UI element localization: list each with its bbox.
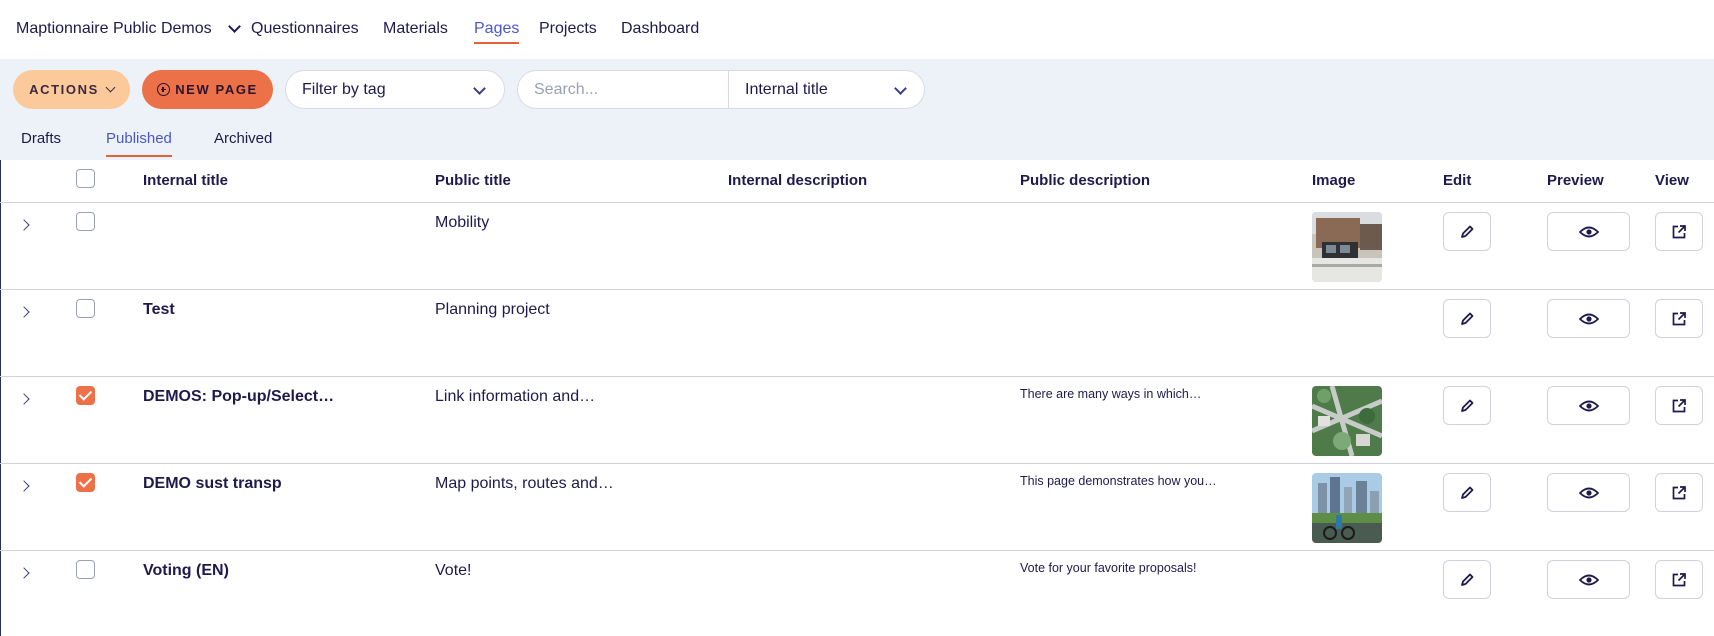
chevron-down-icon bbox=[227, 20, 241, 33]
column-header-internal-description[interactable]: Internal description bbox=[728, 172, 867, 189]
edit-button[interactable] bbox=[1443, 212, 1491, 251]
internal-title: Test bbox=[143, 301, 175, 318]
view-button[interactable] bbox=[1655, 560, 1703, 599]
table-row[interactable]: DEMOS: Pop-up/Select… Link information a… bbox=[0, 377, 1714, 464]
public-title: Planning project bbox=[435, 301, 550, 318]
chevron-right-icon[interactable] bbox=[18, 306, 30, 318]
pencil-icon bbox=[1461, 225, 1474, 238]
preview-button[interactable] bbox=[1547, 212, 1630, 251]
eye-icon bbox=[1578, 313, 1599, 324]
edit-button[interactable] bbox=[1443, 560, 1491, 599]
public-description: Vote for your favorite proposals! bbox=[1020, 561, 1197, 575]
select-all-checkbox[interactable] bbox=[76, 169, 95, 188]
table-row[interactable]: Voting (EN) Vote! Vote for your favorite… bbox=[0, 551, 1714, 636]
external-link-icon bbox=[1672, 224, 1686, 238]
chevron-down-icon bbox=[894, 82, 907, 95]
plus-circle-icon bbox=[157, 83, 171, 96]
tab-archived[interactable]: Archived bbox=[214, 130, 272, 147]
internal-title: DEMO sust transp bbox=[143, 475, 282, 492]
row-checkbox[interactable] bbox=[76, 386, 95, 405]
preview-button[interactable] bbox=[1547, 299, 1630, 338]
view-button[interactable] bbox=[1655, 299, 1703, 338]
thumbnail-image bbox=[1312, 473, 1382, 543]
edit-button[interactable] bbox=[1443, 386, 1491, 425]
nav-link-materials[interactable]: Materials bbox=[383, 20, 448, 38]
column-header-public-title[interactable]: Public title bbox=[435, 172, 511, 189]
chevron-right-icon[interactable] bbox=[18, 219, 30, 231]
pencil-icon bbox=[1461, 573, 1474, 586]
internal-title: Voting (EN) bbox=[143, 562, 229, 579]
view-button[interactable] bbox=[1655, 473, 1703, 512]
external-link-icon bbox=[1672, 398, 1686, 412]
internal-title: DEMOS: Pop-up/Select… bbox=[143, 388, 335, 405]
column-header-preview: Preview bbox=[1547, 172, 1604, 189]
eye-icon bbox=[1578, 400, 1599, 411]
public-title: Mobility bbox=[435, 214, 490, 231]
tag-filter-select[interactable]: Filter by tag bbox=[285, 70, 505, 109]
column-header-edit: Edit bbox=[1443, 172, 1472, 189]
edit-button[interactable] bbox=[1443, 473, 1491, 512]
column-header-image: Image bbox=[1312, 172, 1356, 189]
preview-button[interactable] bbox=[1547, 386, 1630, 425]
tab-published[interactable]: Published bbox=[106, 130, 172, 157]
search-group: Internal title bbox=[517, 70, 925, 109]
workspace-name: Maptionnaire Public Demos bbox=[16, 20, 212, 37]
search-field-value: Internal title bbox=[745, 80, 828, 98]
nav-link-projects[interactable]: Projects bbox=[539, 20, 597, 38]
view-button[interactable] bbox=[1655, 386, 1703, 425]
tag-filter-value: Filter by tag bbox=[302, 80, 386, 98]
external-link-icon bbox=[1672, 311, 1686, 325]
row-checkbox[interactable] bbox=[76, 212, 95, 231]
column-header-public-description[interactable]: Public description bbox=[1020, 172, 1150, 189]
nav-link-dashboard[interactable]: Dashboard bbox=[621, 20, 699, 38]
search-input[interactable] bbox=[534, 80, 724, 100]
table-row[interactable]: DEMO sust transp Map points, routes and…… bbox=[0, 464, 1714, 551]
public-title: Map points, routes and… bbox=[435, 475, 614, 492]
chevron-right-icon[interactable] bbox=[18, 480, 30, 492]
actions-label: ACTIONS bbox=[29, 82, 99, 97]
chevron-down-icon bbox=[473, 82, 486, 95]
preview-button[interactable] bbox=[1547, 473, 1630, 512]
row-checkbox[interactable] bbox=[76, 299, 95, 318]
chevron-right-icon[interactable] bbox=[18, 393, 30, 405]
eye-icon bbox=[1578, 226, 1599, 237]
workspace-selector[interactable]: Maptionnaire Public Demos bbox=[16, 20, 241, 38]
tab-drafts[interactable]: Drafts bbox=[21, 130, 61, 147]
actions-button[interactable]: ACTIONS bbox=[13, 70, 130, 109]
search-field-select[interactable]: Internal title bbox=[728, 71, 925, 108]
public-title: Vote! bbox=[435, 562, 472, 579]
view-button[interactable] bbox=[1655, 212, 1703, 251]
edit-button[interactable] bbox=[1443, 299, 1491, 338]
table-header: Internal title Public title Internal des… bbox=[0, 160, 1714, 203]
thumbnail-image bbox=[1312, 212, 1382, 282]
public-description: There are many ways in which… bbox=[1020, 387, 1202, 401]
thumbnail-image bbox=[1312, 386, 1382, 456]
column-header-internal-title[interactable]: Internal title bbox=[143, 172, 228, 189]
external-link-icon bbox=[1672, 485, 1686, 499]
preview-button[interactable] bbox=[1547, 560, 1630, 599]
external-link-icon bbox=[1672, 572, 1686, 586]
column-header-view: View bbox=[1655, 172, 1689, 189]
nav-link-questionnaires[interactable]: Questionnaires bbox=[251, 20, 359, 38]
top-nav: Maptionnaire Public Demos Questionnaires… bbox=[0, 0, 1714, 59]
table-row[interactable]: Mobility bbox=[0, 203, 1714, 290]
pencil-icon bbox=[1461, 399, 1474, 412]
pencil-icon bbox=[1461, 486, 1474, 499]
row-checkbox[interactable] bbox=[76, 560, 95, 579]
eye-icon bbox=[1578, 487, 1599, 498]
public-description: This page demonstrates how you… bbox=[1020, 474, 1217, 488]
chevron-down-icon bbox=[105, 82, 116, 93]
toolbar: ACTIONS NEW PAGE Filter by tag Internal … bbox=[0, 59, 1714, 160]
row-checkbox[interactable] bbox=[76, 473, 95, 492]
eye-icon bbox=[1578, 574, 1599, 585]
table-row[interactable]: Test Planning project bbox=[0, 290, 1714, 377]
chevron-right-icon[interactable] bbox=[18, 567, 30, 579]
public-title: Link information and… bbox=[435, 388, 596, 405]
new-page-button[interactable]: NEW PAGE bbox=[142, 70, 273, 109]
nav-link-pages[interactable]: Pages bbox=[474, 20, 520, 44]
new-page-label: NEW PAGE bbox=[175, 82, 258, 97]
pencil-icon bbox=[1461, 312, 1474, 325]
